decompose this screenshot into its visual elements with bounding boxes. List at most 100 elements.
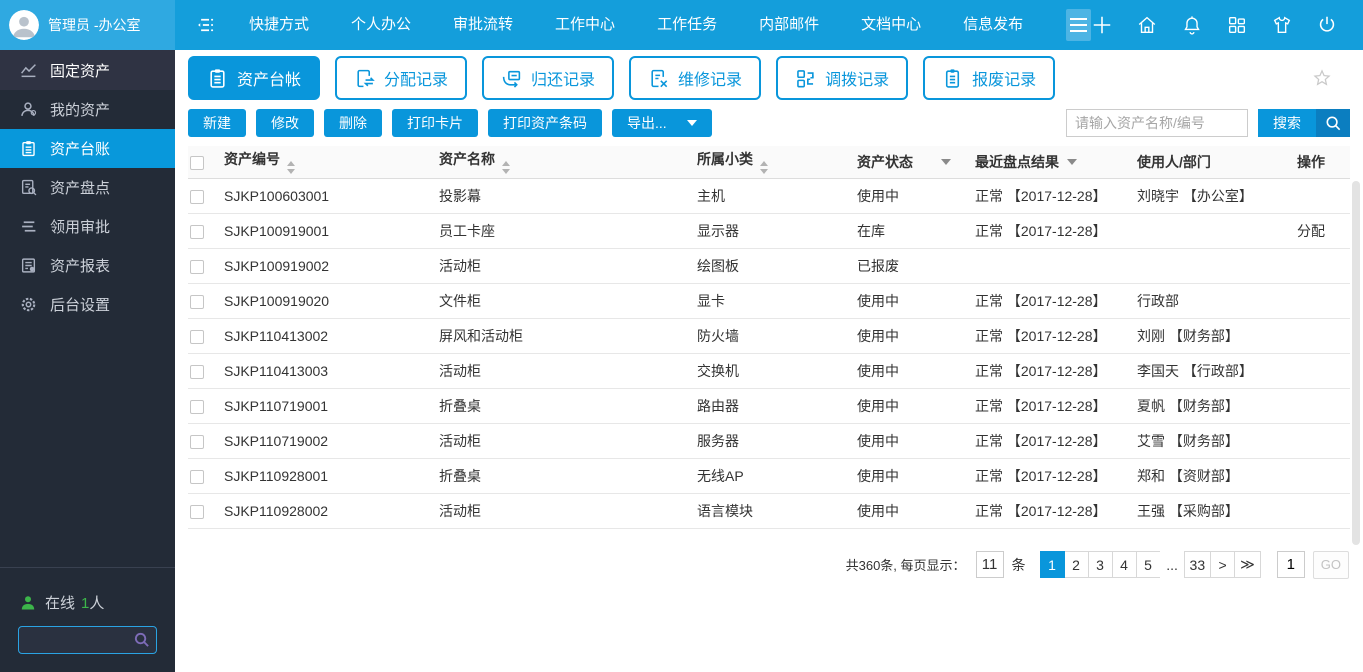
nav-item-审批流转[interactable]: 审批流转 [432, 0, 534, 50]
page-size-unit: 条 [1011, 556, 1026, 573]
toolbar-button-打印资产条码[interactable]: 打印资产条码 [488, 109, 602, 137]
tab-资产台帐[interactable]: 资产台帐 [188, 56, 321, 100]
row-checkbox[interactable] [190, 259, 204, 274]
nav-item-个人办公[interactable]: 个人办公 [330, 0, 432, 50]
hamburger-menu-icon[interactable] [1066, 9, 1091, 41]
grid-icon[interactable] [1226, 14, 1248, 36]
search-button[interactable]: 搜索 [1258, 109, 1316, 137]
cell-check: 正常 【2017-12-28】 [973, 318, 1135, 354]
nav-item-信息发布[interactable]: 信息发布 [942, 0, 1044, 50]
bell-icon[interactable] [1181, 14, 1203, 36]
cell-action [1295, 283, 1350, 319]
nav-item-工作中心[interactable]: 工作中心 [534, 0, 636, 50]
sidebar-item-领用审批[interactable]: 领用审批 [0, 207, 175, 246]
page-button-33[interactable]: 33 [1183, 551, 1212, 578]
column-header-category[interactable]: 所属小类 [695, 146, 855, 179]
export-button[interactable]: 导出... [612, 109, 712, 137]
page-size-input[interactable] [975, 551, 1004, 578]
cell-user: 艾雪 【财务部】 [1135, 423, 1295, 459]
doc-search-icon [20, 179, 37, 196]
user-menu[interactable]: 管理员 -办公室 [0, 0, 175, 50]
favorite-star-icon[interactable] [1312, 68, 1332, 88]
layers-icon [20, 218, 37, 235]
gear-icon [20, 296, 37, 313]
page-button-5[interactable]: 5 [1135, 551, 1161, 578]
table-row: SJKP100919002 活动柜 绘图板 已报废 [188, 248, 1350, 284]
row-checkbox[interactable] [190, 504, 204, 519]
cell-action[interactable]: 分配 [1295, 213, 1350, 249]
topbar-right-icons [1091, 14, 1363, 36]
filter-caret-icon[interactable] [941, 158, 951, 165]
tab-分配记录[interactable]: 分配记录 [335, 56, 468, 100]
table-row: SJKP110928002 活动柜 语言模块 使用中 正常 【2017-12-28】 王强… [188, 493, 1350, 529]
sidebar-item-固定资产[interactable]: 固定资产 [0, 50, 175, 90]
tab-报废记录[interactable]: 报废记录 [923, 56, 1056, 100]
row-checkbox[interactable] [190, 399, 204, 414]
go-button[interactable]: GO [1312, 550, 1349, 579]
cell-category: 路由器 [695, 388, 855, 424]
nav-item-工作任务[interactable]: 工作任务 [636, 0, 738, 50]
sidebar-item-资产台账[interactable]: 资产台账 [0, 129, 175, 168]
select-all-checkbox[interactable] [190, 155, 204, 170]
sidebar-item-我的资产[interactable]: 我的资产 [0, 90, 175, 129]
cell-action [1295, 178, 1350, 214]
sidebar-menu: 固定资产我的资产 资产台账 资产盘点 领用审批 资产报表 后台设置 [0, 50, 175, 324]
nav-item-文档中心[interactable]: 文档中心 [840, 0, 942, 50]
tab-ledger-icon [207, 68, 228, 89]
nav-item-内部邮件[interactable]: 内部邮件 [738, 0, 840, 50]
page-button-1[interactable]: 1 [1039, 551, 1065, 578]
table-scrollbar[interactable] [1352, 181, 1360, 545]
column-header-asset-name[interactable]: 资产名称 [437, 146, 695, 179]
plus-icon[interactable] [1091, 14, 1113, 36]
toolbar-button-新建[interactable]: 新建 [188, 109, 246, 137]
power-icon[interactable] [1316, 14, 1338, 36]
toolbar-button-打印卡片[interactable]: 打印卡片 [392, 109, 478, 137]
page-button-...: ... [1159, 551, 1185, 578]
page-button->[interactable]: > [1210, 551, 1236, 578]
sidebar-item-资产盘点[interactable]: 资产盘点 [0, 168, 175, 207]
sidebar-search-icon[interactable] [133, 631, 150, 648]
column-header-status[interactable]: 资产状态 [855, 146, 973, 179]
row-checkbox[interactable] [190, 294, 204, 309]
user-name: 管理员 -办公室 [48, 17, 141, 33]
toolbar-button-修改[interactable]: 修改 [256, 109, 314, 137]
cell-id: SJKP110719002 [222, 423, 437, 459]
sort-icon[interactable] [502, 161, 510, 175]
row-checkbox[interactable] [190, 434, 204, 449]
row-checkbox[interactable] [190, 189, 204, 204]
table-row: SJKP110413003 活动柜 交换机 使用中 正常 【2017-12-28】 李国天… [188, 353, 1350, 389]
cell-check: 正常 【2017-12-28】 [973, 493, 1135, 529]
tab-维修记录[interactable]: 维修记录 [629, 56, 762, 100]
sidebar-item-label: 固定资产 [50, 62, 111, 80]
tab-调拨记录[interactable]: 调拨记录 [776, 56, 909, 100]
cell-status: 已报废 [855, 248, 973, 284]
row-checkbox[interactable] [190, 364, 204, 379]
search-icon-button[interactable] [1316, 109, 1350, 137]
page-button-3[interactable]: 3 [1087, 551, 1113, 578]
nav-item-快捷方式[interactable]: 快捷方式 [228, 0, 330, 50]
toolbar-button-删除[interactable]: 删除 [324, 109, 382, 137]
sidebar-item-后台设置[interactable]: 后台设置 [0, 285, 175, 324]
sort-icon[interactable] [287, 161, 295, 175]
column-header-check-result[interactable]: 最近盘点结果 [973, 146, 1135, 179]
home-icon[interactable] [1136, 14, 1158, 36]
row-checkbox[interactable] [190, 469, 204, 484]
sidebar-item-资产报表[interactable]: 资产报表 [0, 246, 175, 285]
shirt-icon[interactable] [1271, 14, 1293, 36]
cell-action [1295, 458, 1350, 494]
nav-list-icon[interactable] [195, 13, 216, 37]
row-checkbox[interactable] [190, 329, 204, 344]
asset-search-input[interactable] [1066, 109, 1248, 137]
sidebar: 固定资产 我的资产 资产台账 资产盘点 领用审批 资产报表 后台设置 在线 1人 [0, 50, 175, 672]
cell-status: 使用中 [855, 458, 973, 494]
cell-user: 王强 【采购部】 [1135, 493, 1295, 529]
page-button-4[interactable]: 4 [1111, 551, 1137, 578]
filter-caret-icon[interactable] [1067, 158, 1077, 165]
tab-归还记录[interactable]: 归还记录 [482, 56, 615, 100]
page-button-≫[interactable]: ≫ [1234, 551, 1261, 578]
column-header-asset-id[interactable]: 资产编号 [222, 146, 437, 179]
row-checkbox[interactable] [190, 224, 204, 239]
sort-icon[interactable] [760, 161, 768, 175]
goto-page-input[interactable] [1276, 551, 1305, 578]
page-button-2[interactable]: 2 [1063, 551, 1089, 578]
